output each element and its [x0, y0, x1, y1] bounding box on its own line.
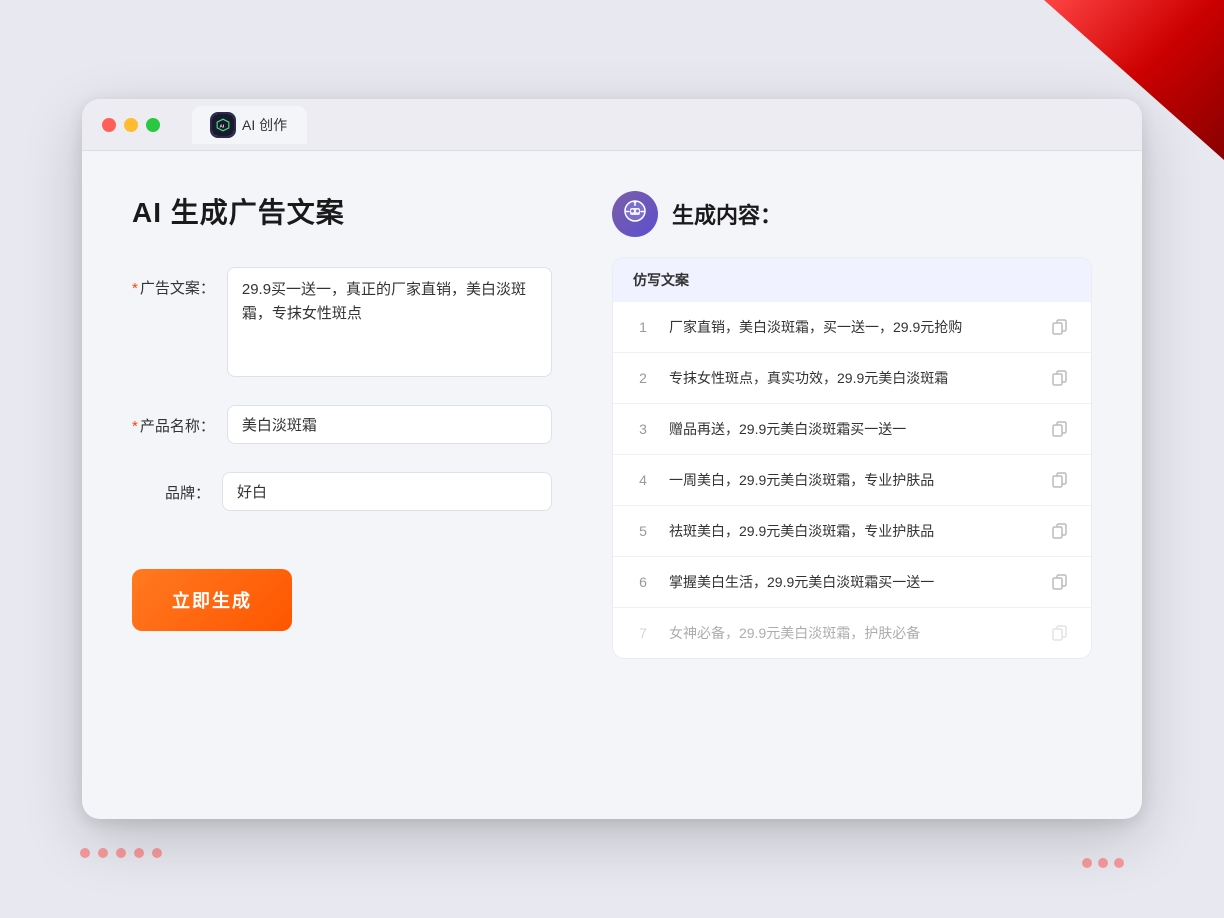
maximize-button[interactable]: [146, 118, 160, 132]
bg-decoration-bottom-right: [1082, 858, 1124, 868]
bg-decoration-bottom-left: [80, 848, 162, 858]
result-row: 7 女神必备，29.9元美白淡斑霜，护肤必备: [613, 608, 1091, 658]
copy-icon[interactable]: [1049, 367, 1071, 389]
result-text: 专抹女性斑点，真实功效，29.9元美白淡斑霜: [669, 368, 1033, 389]
bot-icon: [612, 191, 658, 237]
bg-dot-6: [1082, 858, 1092, 868]
result-number: 5: [633, 523, 653, 539]
result-text: 厂家直销，美白淡斑霜，买一送一，29.9元抢购: [669, 317, 1033, 338]
result-number: 4: [633, 472, 653, 488]
result-text: 一周美白，29.9元美白淡斑霜，专业护肤品: [669, 470, 1033, 491]
results-header: 仿写文案: [613, 258, 1091, 302]
copy-icon[interactable]: [1049, 418, 1071, 440]
result-row: 5 祛斑美白，29.9元美白淡斑霜，专业护肤品: [613, 506, 1091, 557]
bot-icon-glyph: [621, 197, 649, 231]
result-text: 女神必备，29.9元美白淡斑霜，护肤必备: [669, 623, 1033, 644]
title-bar: AI AI 创作: [82, 99, 1142, 151]
ad-copy-textarea[interactable]: 29.9买一送一，真正的厂家直销，美白淡斑霜，专抹女性斑点: [227, 267, 552, 377]
product-name-input[interactable]: [227, 405, 552, 444]
traffic-lights: [102, 118, 160, 132]
brand-input[interactable]: [222, 472, 552, 511]
brand-row: 品牌：: [132, 472, 552, 511]
result-number: 7: [633, 625, 653, 641]
bg-dot-3: [116, 848, 126, 858]
bg-dot-5: [152, 848, 162, 858]
bg-dot-1: [80, 848, 90, 858]
result-row: 4 一周美白，29.9元美白淡斑霜，专业护肤品: [613, 455, 1091, 506]
result-row: 6 掌握美白生活，29.9元美白淡斑霜买一送一: [613, 557, 1091, 608]
main-content: AI 生成广告文案 *广告文案： 29.9买一送一，真正的厂家直销，美白淡斑霜，…: [82, 151, 1142, 811]
result-number: 3: [633, 421, 653, 437]
right-panel: 生成内容： 仿写文案 1 厂家直销，美白淡斑霜，买一送一，29.9元抢购 2 专抹女性…: [612, 191, 1092, 771]
right-title: 生成内容：: [672, 198, 782, 230]
brand-label: 品牌：: [132, 472, 222, 503]
required-star-1: *: [132, 280, 138, 297]
bg-dot-8: [1114, 858, 1124, 868]
copy-icon[interactable]: [1049, 316, 1071, 338]
ad-copy-label: *广告文案：: [132, 267, 227, 298]
left-panel: AI 生成广告文案 *广告文案： 29.9买一送一，真正的厂家直销，美白淡斑霜，…: [132, 191, 552, 771]
result-row: 3 赠品再送，29.9元美白淡斑霜买一送一: [613, 404, 1091, 455]
copy-icon[interactable]: [1049, 622, 1071, 644]
browser-tab[interactable]: AI AI 创作: [192, 106, 307, 144]
result-text: 掌握美白生活，29.9元美白淡斑霜买一送一: [669, 572, 1033, 593]
page-title: AI 生成广告文案: [132, 191, 552, 231]
copy-icon[interactable]: [1049, 469, 1071, 491]
generate-button[interactable]: 立即生成: [132, 569, 292, 631]
minimize-button[interactable]: [124, 118, 138, 132]
copy-icon[interactable]: [1049, 520, 1071, 542]
browser-window: AI AI 创作 AI 生成广告文案 *广告文案： 29.9买一送一，真正的厂家…: [82, 99, 1142, 819]
result-row: 2 专抹女性斑点，真实功效，29.9元美白淡斑霜: [613, 353, 1091, 404]
ad-copy-row: *广告文案： 29.9买一送一，真正的厂家直销，美白淡斑霜，专抹女性斑点: [132, 267, 552, 377]
result-text: 祛斑美白，29.9元美白淡斑霜，专业护肤品: [669, 521, 1033, 542]
bg-dot-4: [134, 848, 144, 858]
right-header: 生成内容：: [612, 191, 1092, 237]
svg-text:AI: AI: [220, 123, 225, 128]
results-container: 仿写文案 1 厂家直销，美白淡斑霜，买一送一，29.9元抢购 2 专抹女性斑点，真实功…: [612, 257, 1092, 659]
ai-tab-icon: AI: [212, 114, 234, 136]
product-name-row: *产品名称：: [132, 405, 552, 444]
results-list: 1 厂家直销，美白淡斑霜，买一送一，29.9元抢购 2 专抹女性斑点，真实功效，29.…: [613, 302, 1091, 658]
required-star-2: *: [132, 418, 138, 435]
close-button[interactable]: [102, 118, 116, 132]
bg-dot-7: [1098, 858, 1108, 868]
result-number: 1: [633, 319, 653, 335]
result-row: 1 厂家直销，美白淡斑霜，买一送一，29.9元抢购: [613, 302, 1091, 353]
bg-dot-2: [98, 848, 108, 858]
result-number: 2: [633, 370, 653, 386]
tab-label: AI 创作: [242, 115, 287, 135]
copy-icon[interactable]: [1049, 571, 1071, 593]
result-text: 赠品再送，29.9元美白淡斑霜买一送一: [669, 419, 1033, 440]
product-name-label: *产品名称：: [132, 405, 227, 436]
result-number: 6: [633, 574, 653, 590]
